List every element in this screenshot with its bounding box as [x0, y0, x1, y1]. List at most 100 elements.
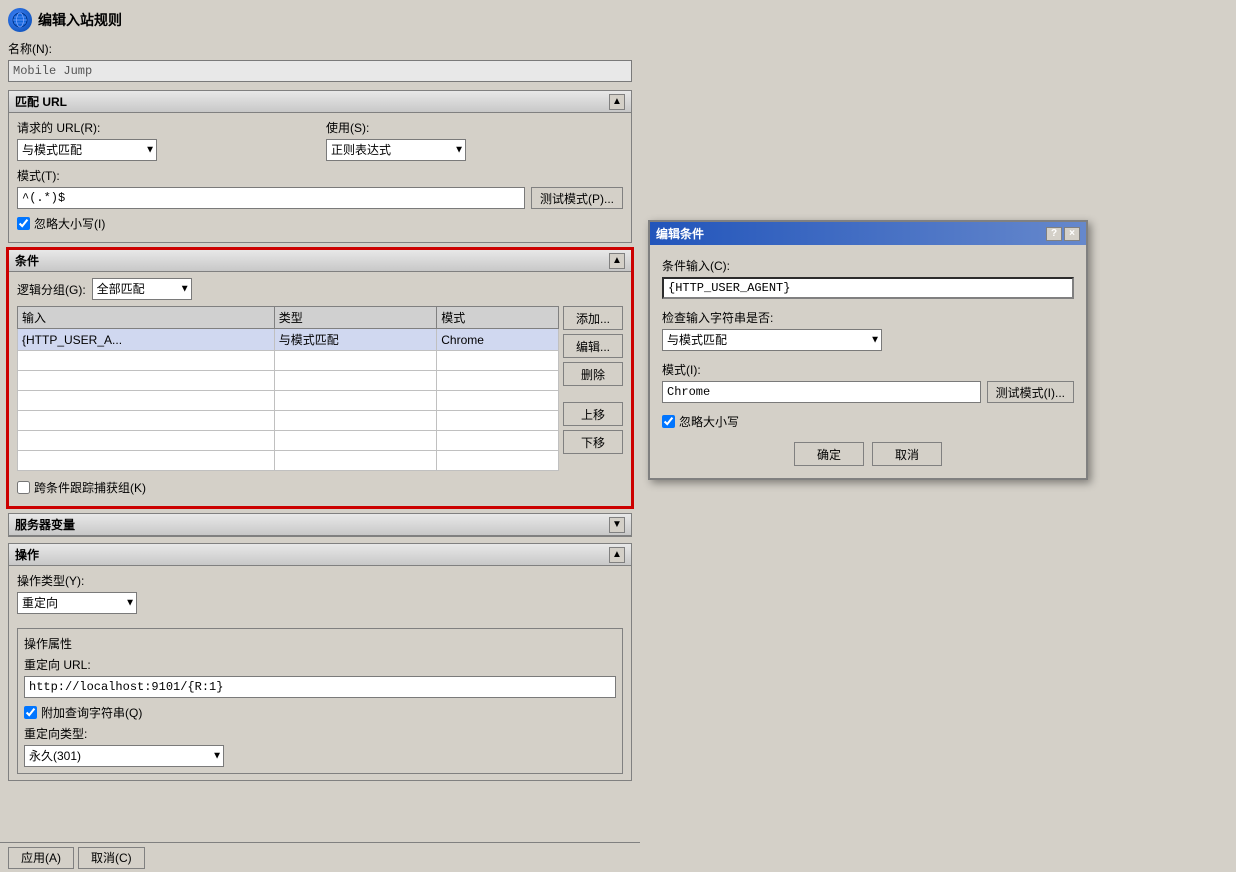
pattern-label: 模式(T): [17, 167, 623, 184]
match-url-content: 请求的 URL(R): 与模式匹配 ▼ 使用(S): 正则表达式 ▼ [9, 113, 631, 242]
dialog-ignore-case-checkbox[interactable] [662, 415, 675, 428]
match-url-section: 匹配 URL ▲ 请求的 URL(R): 与模式匹配 ▼ 使用(S): [8, 90, 632, 243]
dialog-title: 编辑条件 [656, 225, 704, 242]
dialog-title-btns: ? × [1046, 227, 1080, 241]
operations-section: 操作 ▲ 操作类型(Y): 重定向 ▼ 操作属性 重定向 URL: 附加查询字符… [8, 543, 632, 781]
props-group-label: 操作属性 [24, 635, 616, 652]
cell-input [18, 431, 275, 451]
pattern-input[interactable] [17, 187, 525, 209]
cell-pattern [437, 431, 559, 451]
ignore-case-label: 忽略大小写(I) [34, 215, 105, 232]
table-row[interactable]: {HTTP_USER_A... 与模式匹配 Chrome [18, 329, 559, 351]
redirect-url-input[interactable] [24, 676, 616, 698]
logic-group-label: 逻辑分组(G): [17, 281, 86, 298]
type-select-wrapper: 重定向 ▼ [17, 592, 137, 614]
dialog-pattern-label: 模式(I): [662, 361, 1074, 378]
col-pattern: 模式 [437, 307, 559, 329]
condition-input-label: 条件输入(C): [662, 257, 1074, 274]
test-pattern-button[interactable]: 测试模式(P)... [531, 187, 623, 209]
redirect-type-label: 重定向类型: [24, 725, 616, 742]
check-select-wrapper: 与模式匹配 ▼ [662, 329, 882, 351]
track-capture-row: 跨条件跟踪捕获组(K) [17, 479, 623, 496]
match-url-label: 匹配 URL [15, 93, 67, 110]
table-row[interactable] [18, 431, 559, 451]
ignore-case-row: 忽略大小写(I) [17, 215, 623, 232]
redirect-url-label: 重定向 URL: [24, 656, 616, 673]
conditions-collapse[interactable]: ▲ [609, 253, 625, 269]
match-url-collapse[interactable]: ▲ [609, 94, 625, 110]
table-row[interactable] [18, 351, 559, 371]
redirect-type-select-wrapper: 永久(301) ▼ [24, 745, 224, 767]
dialog-help-button[interactable]: ? [1046, 227, 1062, 241]
props-group: 操作属性 重定向 URL: 附加查询字符串(Q) 重定向类型: 永久(301) … [17, 628, 623, 774]
dialog-content: 条件输入(C): 检查输入字符串是否: 与模式匹配 ▼ 模式(I): 测试模式(… [650, 245, 1086, 478]
condition-input[interactable] [662, 277, 1074, 299]
dialog-pattern-row: 测试模式(I)... [662, 381, 1074, 403]
ignore-case-checkbox[interactable] [17, 217, 30, 230]
append-query-checkbox[interactable] [24, 706, 37, 719]
dialog-ignore-case-label: 忽略大小写 [679, 413, 739, 430]
cancel-button[interactable]: 取消(C) [78, 847, 145, 869]
conditions-content: 逻辑分组(G): 全部匹配 ▼ 输入 [9, 272, 631, 506]
track-capture-checkbox[interactable] [17, 481, 30, 494]
operations-collapse[interactable]: ▲ [609, 547, 625, 563]
main-window: 编辑入站规则 名称(N): 匹配 URL ▲ 请求的 URL(R): 与模式匹配… [0, 0, 640, 872]
name-input[interactable] [8, 60, 632, 82]
bottom-bar: 应用(A) 取消(C) [0, 842, 640, 872]
table-row[interactable] [18, 371, 559, 391]
move-down-button[interactable]: 下移 [563, 430, 623, 454]
check-select[interactable]: 与模式匹配 [662, 329, 882, 351]
move-up-button[interactable]: 上移 [563, 402, 623, 426]
table-row[interactable] [18, 411, 559, 431]
add-condition-button[interactable]: 添加... [563, 306, 623, 330]
table-row[interactable] [18, 391, 559, 411]
operation-type-select[interactable]: 重定向 [17, 592, 137, 614]
operations-label: 操作 [15, 546, 39, 563]
dialog-close-button[interactable]: × [1064, 227, 1080, 241]
cell-input [18, 391, 275, 411]
conditions-with-buttons: 输入 类型 模式 {HTTP_USER_A... 与模式匹配 Chrome [17, 306, 623, 475]
dialog-buttons: 确定 取消 [662, 442, 1074, 466]
use-select-wrapper: 正则表达式 ▼ [326, 139, 466, 161]
conditions-section: 条件 ▲ 逻辑分组(G): 全部匹配 ▼ [8, 249, 632, 507]
cell-type [274, 351, 437, 371]
operations-header[interactable]: 操作 ▲ [9, 544, 631, 566]
conditions-label: 条件 [15, 252, 39, 269]
request-url-select[interactable]: 与模式匹配 [17, 139, 157, 161]
condition-input-field: 条件输入(C): [662, 257, 1074, 299]
redirect-type-select[interactable]: 永久(301) [24, 745, 224, 767]
cell-input [18, 411, 275, 431]
delete-condition-button[interactable]: 删除 [563, 362, 623, 386]
name-label: 名称(N): [8, 40, 632, 57]
cell-input [18, 371, 275, 391]
globe-icon [8, 8, 32, 32]
cell-pattern [437, 411, 559, 431]
track-capture-label: 跨条件跟踪捕获组(K) [34, 479, 146, 496]
request-url-label: 请求的 URL(R): [17, 119, 314, 136]
conditions-header[interactable]: 条件 ▲ [9, 250, 631, 272]
cell-type: 与模式匹配 [274, 329, 437, 351]
edit-condition-button[interactable]: 编辑... [563, 334, 623, 358]
logic-group-row: 逻辑分组(G): 全部匹配 ▼ [17, 278, 623, 300]
cell-pattern [437, 351, 559, 371]
dialog-pattern-input[interactable] [662, 381, 981, 403]
title-bar: 编辑入站规则 [8, 8, 632, 32]
operations-content: 操作类型(Y): 重定向 ▼ 操作属性 重定向 URL: 附加查询字符串(Q) … [9, 566, 631, 780]
dialog-ok-button[interactable]: 确定 [794, 442, 864, 466]
table-area: 输入 类型 模式 {HTTP_USER_A... 与模式匹配 Chrome [17, 306, 559, 475]
server-vars-collapse[interactable]: ▼ [609, 517, 625, 533]
use-label: 使用(S): [326, 119, 623, 136]
logic-group-select[interactable]: 全部匹配 [92, 278, 192, 300]
table-row[interactable] [18, 451, 559, 471]
request-url-col: 请求的 URL(R): 与模式匹配 ▼ [17, 119, 314, 161]
dialog-test-button[interactable]: 测试模式(I)... [987, 381, 1074, 403]
server-vars-header[interactable]: 服务器变量 ▼ [9, 514, 631, 536]
match-url-header[interactable]: 匹配 URL ▲ [9, 91, 631, 113]
use-select[interactable]: 正则表达式 [326, 139, 466, 161]
apply-button[interactable]: 应用(A) [8, 847, 74, 869]
edit-condition-dialog: 编辑条件 ? × 条件输入(C): 检查输入字符串是否: 与模式匹配 ▼ 模式(… [648, 220, 1088, 480]
use-col: 使用(S): 正则表达式 ▼ [326, 119, 623, 161]
append-query-label: 附加查询字符串(Q) [41, 704, 142, 721]
cell-pattern: Chrome [437, 329, 559, 351]
dialog-cancel-button[interactable]: 取消 [872, 442, 942, 466]
